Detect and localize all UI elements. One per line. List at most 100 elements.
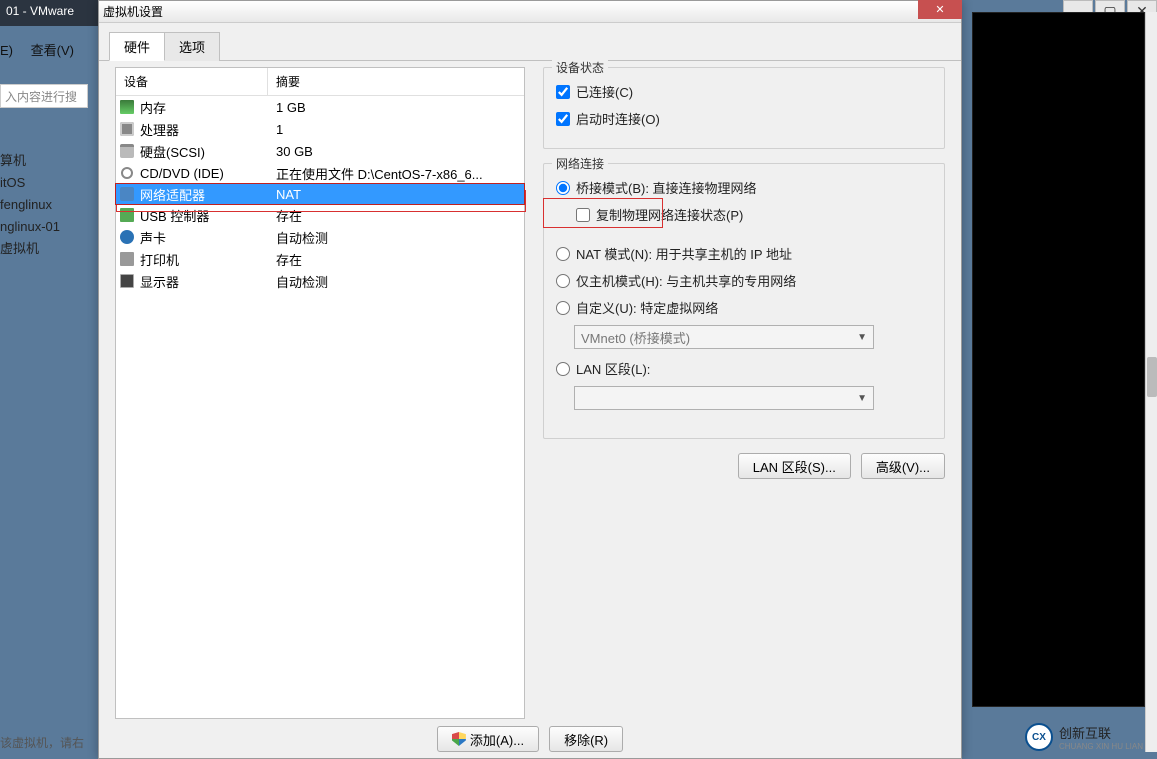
device-list[interactable]: 设备 摘要 内存1 GB处理器1硬盘(SCSI)30 GBCD/DVD (IDE… <box>115 67 525 719</box>
device-row-usb[interactable]: USB 控制器存在 <box>116 204 524 226</box>
mem-icon <box>116 100 138 114</box>
device-summary: 自动检测 <box>268 228 524 247</box>
device-row-prn[interactable]: 打印机存在 <box>116 248 524 270</box>
scroll-thumb[interactable] <box>1147 357 1157 397</box>
custom-radio[interactable]: 自定义(U): 特定虚拟网络 <box>556 298 932 317</box>
add-device-button[interactable]: 添加(A)... <box>437 726 539 752</box>
tab-hardware[interactable]: 硬件 <box>109 32 165 61</box>
device-summary: 1 GB <box>268 100 524 115</box>
lan-segments-button[interactable]: LAN 区段(S)... <box>738 453 851 479</box>
device-row-cd[interactable]: CD/DVD (IDE)正在使用文件 D:\CentOS-7-x86_6... <box>116 162 524 184</box>
device-summary: 30 GB <box>268 144 524 159</box>
dialog-titlebar[interactable]: 虚拟机设置 ✕ <box>99 1 961 23</box>
bridged-label: 桥接模式(B): 直接连接物理网络 <box>576 178 757 197</box>
replicate-checkbox-input[interactable] <box>576 208 590 222</box>
tree-item[interactable]: fenglinux <box>0 194 60 216</box>
device-summary: 正在使用文件 D:\CentOS-7-x86_6... <box>268 164 524 183</box>
device-row-mem[interactable]: 内存1 GB <box>116 96 524 118</box>
brand-subtext: CHUANG XIN HU LIAN <box>1059 742 1143 751</box>
dialog-footer: 添加(A)... 移除(R) <box>99 722 961 756</box>
nat-label: NAT 模式(N): 用于共享主机的 IP 地址 <box>576 244 792 263</box>
brand-logo: CX 创新互联 CHUANG XIN HU LIAN <box>1025 723 1143 751</box>
device-status-group: 设备状态 已连接(C) 启动时连接(O) <box>543 67 945 149</box>
net-icon <box>116 187 138 201</box>
device-name: 处理器 <box>138 120 268 139</box>
lan-segment-radio-input[interactable] <box>556 362 570 376</box>
connect-on-power-input[interactable] <box>556 112 570 126</box>
device-summary: 自动检测 <box>268 272 524 291</box>
parent-menu: E) 查看(V) <box>0 40 88 59</box>
menu-item-view[interactable]: 查看(V) <box>31 43 74 58</box>
device-row-disp[interactable]: 显示器自动检测 <box>116 270 524 292</box>
nat-radio[interactable]: NAT 模式(N): 用于共享主机的 IP 地址 <box>556 244 932 263</box>
tab-options[interactable]: 选项 <box>164 32 220 61</box>
device-name: 网络适配器 <box>138 185 268 204</box>
connected-checkbox[interactable]: 已连接(C) <box>556 82 932 101</box>
lan-segment-select: ▼ <box>574 386 874 410</box>
network-connection-group: 网络连接 桥接模式(B): 直接连接物理网络 复制物理网络连接状态(P) NAT… <box>543 163 945 439</box>
device-name: CD/DVD (IDE) <box>138 166 268 181</box>
hdd-icon <box>116 144 138 158</box>
device-name: 内存 <box>138 98 268 117</box>
device-name: 显示器 <box>138 272 268 291</box>
prn-icon <box>116 252 138 266</box>
lan-segment-radio[interactable]: LAN 区段(L): <box>556 359 932 378</box>
connect-on-power-checkbox[interactable]: 启动时连接(O) <box>556 109 932 128</box>
device-name: 声卡 <box>138 228 268 247</box>
dialog-close-button[interactable]: ✕ <box>918 0 962 19</box>
remove-device-button[interactable]: 移除(R) <box>549 726 623 752</box>
device-row-hdd[interactable]: 硬盘(SCSI)30 GB <box>116 140 524 162</box>
scrollbar[interactable] <box>1145 12 1157 752</box>
replicate-checkbox[interactable]: 复制物理网络连接状态(P) <box>576 205 932 224</box>
usb-icon <box>116 208 138 222</box>
vm-tree[interactable]: 算机 itOS fenglinux nglinux-01 虚拟机 <box>0 150 60 260</box>
device-summary: 存在 <box>268 250 524 269</box>
dialog-title: 虚拟机设置 <box>103 3 163 20</box>
device-summary: NAT <box>268 187 524 202</box>
device-row-cpu[interactable]: 处理器1 <box>116 118 524 140</box>
device-name: 硬盘(SCSI) <box>138 142 268 161</box>
group-label: 设备状态 <box>552 59 608 76</box>
device-name: 打印机 <box>138 250 268 269</box>
group-label: 网络连接 <box>552 155 608 172</box>
device-row-snd[interactable]: 声卡自动检测 <box>116 226 524 248</box>
search-input[interactable]: 入内容进行搜 <box>0 84 88 108</box>
chevron-down-icon: ▼ <box>857 393 867 404</box>
custom-label: 自定义(U): 特定虚拟网络 <box>576 298 718 317</box>
device-summary: 存在 <box>268 206 524 225</box>
cd-icon <box>116 167 138 179</box>
cpu-icon <box>116 122 138 136</box>
disp-icon <box>116 274 138 288</box>
vm-console-panel <box>972 12 1145 707</box>
chevron-down-icon: ▼ <box>857 332 867 343</box>
tree-item[interactable]: 虚拟机 <box>0 238 60 260</box>
vm-settings-dialog: 虚拟机设置 ✕ 硬件 选项 设备 摘要 内存1 GB处理器1硬盘(SCSI)30… <box>98 0 962 759</box>
parent-status-text: 该虚拟机，请右 <box>0 734 84 751</box>
hostonly-label: 仅主机模式(H): 与主机共享的专用网络 <box>576 271 796 290</box>
device-row-net[interactable]: 网络适配器NAT <box>115 183 525 205</box>
lan-segment-label: LAN 区段(L): <box>576 359 650 378</box>
advanced-button[interactable]: 高级(V)... <box>861 453 945 479</box>
connected-checkbox-input[interactable] <box>556 85 570 99</box>
hostonly-radio-input[interactable] <box>556 274 570 288</box>
connected-label: 已连接(C) <box>576 82 633 101</box>
tree-item[interactable]: nglinux-01 <box>0 216 60 238</box>
custom-vmnet-value: VMnet0 (桥接模式) <box>581 328 690 347</box>
col-summary: 摘要 <box>268 68 524 95</box>
hostonly-radio[interactable]: 仅主机模式(H): 与主机共享的专用网络 <box>556 271 932 290</box>
device-list-header: 设备 摘要 <box>116 68 524 96</box>
tree-item[interactable]: itOS <box>0 172 60 194</box>
tab-strip: 硬件 选项 <box>99 23 961 61</box>
nat-radio-input[interactable] <box>556 247 570 261</box>
brand-icon: CX <box>1025 723 1053 751</box>
parent-window-title: 01 - VMware <box>0 0 100 26</box>
add-label: 添加(A)... <box>470 730 524 749</box>
bridged-radio-input[interactable] <box>556 181 570 195</box>
tree-item[interactable]: 算机 <box>0 150 60 172</box>
snd-icon <box>116 230 138 244</box>
device-name: USB 控制器 <box>138 206 268 225</box>
custom-radio-input[interactable] <box>556 301 570 315</box>
bridged-radio[interactable]: 桥接模式(B): 直接连接物理网络 <box>556 178 932 197</box>
custom-vmnet-select: VMnet0 (桥接模式) ▼ <box>574 325 874 349</box>
menu-item-edit[interactable]: E) <box>0 43 13 58</box>
